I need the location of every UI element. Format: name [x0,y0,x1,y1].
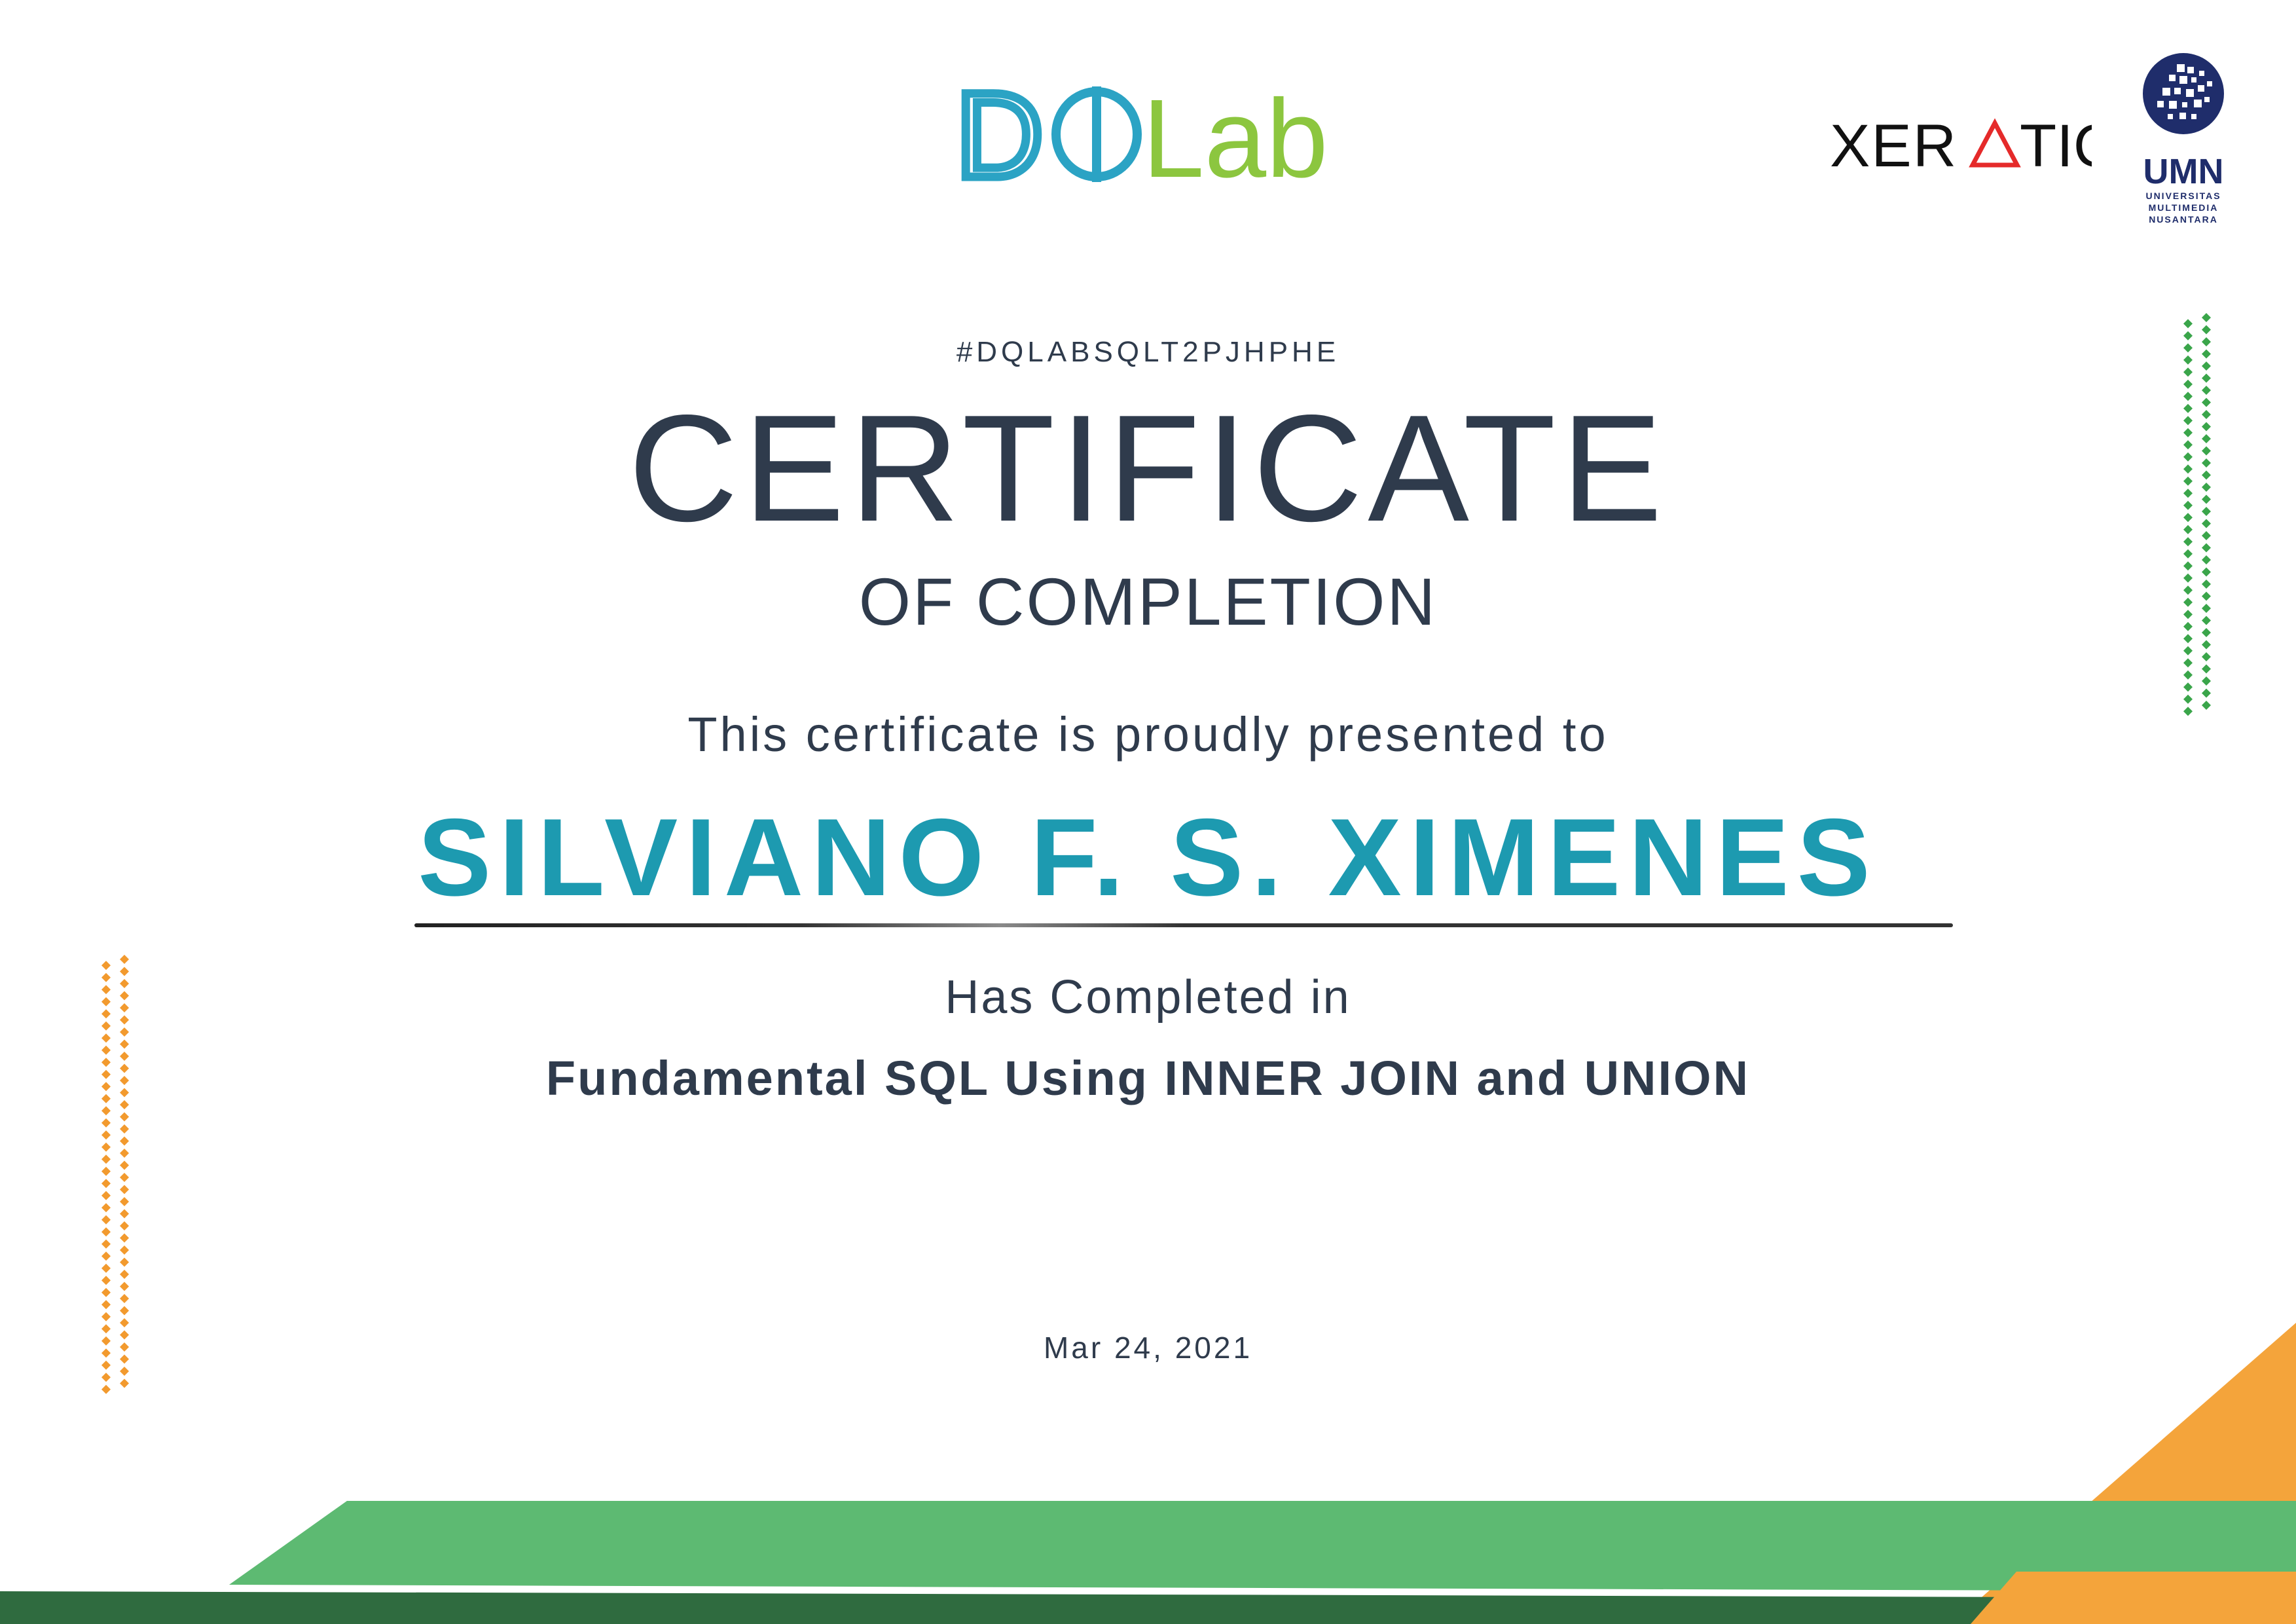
diamond-dot [120,1246,129,1255]
diamond-dot [120,1209,129,1219]
diamond-dot [2183,549,2193,559]
diamond-dot [101,1190,111,1200]
diamond-dot [2202,664,2211,674]
completed-in-text: Has Completed in [945,971,1351,1024]
diamond-dot [120,1173,129,1182]
certificate-subtitle: OF COMPLETION [858,564,1438,639]
diamond-dot [120,1270,129,1279]
dqlab-logo: D Lab [956,72,1328,196]
dqlab-logo-lab: Lab [1142,77,1328,196]
diamond-dot [120,1197,129,1206]
diamond-dot [120,1149,129,1158]
recipient-name: SILVIANO F. S. XIMENES [418,796,1878,919]
diamond-dot [101,1033,111,1043]
diamond-dot [120,1221,129,1230]
diamond-dot [120,1160,129,1170]
dqlab-logo-d: D [956,72,1044,196]
diamond-dot [2202,325,2211,335]
diamond-dot [101,1215,111,1225]
xeratic-triangle-icon [1969,118,2021,168]
diamond-dot [120,1282,129,1291]
certificate-id: #DQLABSQLT2PJHPHE [956,336,1340,368]
diamond-dot [101,961,111,970]
xeratic-logo-right: TIC [2020,113,2092,178]
diamond-dot [120,1233,129,1243]
diamond-dot [2202,313,2211,322]
diamond-dot [101,1166,111,1176]
umn-line-2: MULTIMEDIA [2149,202,2219,213]
diamond-dot [120,1257,129,1267]
diamond-dot [101,1227,111,1237]
orange-band-lower [1971,1572,2296,1624]
diamond-dot [2183,646,2193,655]
diamond-dot [2202,640,2211,650]
diamond-dot [120,955,129,964]
name-underline [414,923,1953,927]
diamond-dot [120,1112,129,1122]
diamond-dot [2183,670,2193,680]
diamond-dot [2202,676,2211,686]
diamond-dot [2202,555,2211,564]
course-title: Fundamental SQL Using INNER JOIN and UNI… [545,1051,1751,1105]
umn-line-3: NUSANTARA [2149,214,2218,225]
diamond-dot [2183,694,2193,704]
diamond-dot [2202,688,2211,698]
umn-abbr: UMN [2143,152,2224,191]
diamond-dot [2183,379,2193,389]
diamond-dot [101,1203,111,1213]
diamond-dot [101,1021,111,1031]
diamond-dot [2183,319,2193,329]
umn-logo: UMN UNIVERSITAS MULTIMEDIA NUSANTARA [2143,53,2224,225]
diamond-dot [2202,373,2211,383]
green-band [229,1501,2296,1591]
diamond-dot [120,1185,129,1194]
diamond-dot [101,1106,111,1116]
xeratic-logo: XER TIC [1830,113,2092,178]
diamond-dot [101,1130,111,1140]
diamond-dot [101,1142,111,1152]
certificate-title: CERTIFICATE [628,384,1668,553]
diamond-dot [2183,682,2193,692]
dqlab-logo-q [1051,86,1142,182]
diamond-dot [101,1154,111,1164]
diamond-dot [101,1251,111,1261]
diamond-dot [101,1118,111,1128]
diamond-dot [101,1287,111,1297]
dark-green-band [0,1591,2296,1624]
diamond-dot [120,1136,129,1146]
diamond-dot [2183,634,2193,644]
diamond-dot [120,1027,129,1037]
diamond-dot [2183,367,2193,377]
diamond-dot [120,1039,129,1049]
diamond-dot [101,1276,111,1285]
xeratic-logo-left: XER [1830,113,1958,178]
diamond-dot [101,1263,111,1273]
diamond-dot [101,1179,111,1189]
presented-to-text: This certificate is proudly presented to [687,707,1609,762]
completion-date: Mar 24, 2021 [1043,1331,1253,1365]
diamond-dot [101,1239,111,1249]
diamond-dot [2183,658,2193,668]
diamond-dot [120,1124,129,1134]
diamond-dot [2202,701,2211,710]
diamond-dot [101,1045,111,1055]
umn-line-1: UNIVERSITAS [2145,191,2221,201]
diamond-dot [2202,652,2211,661]
